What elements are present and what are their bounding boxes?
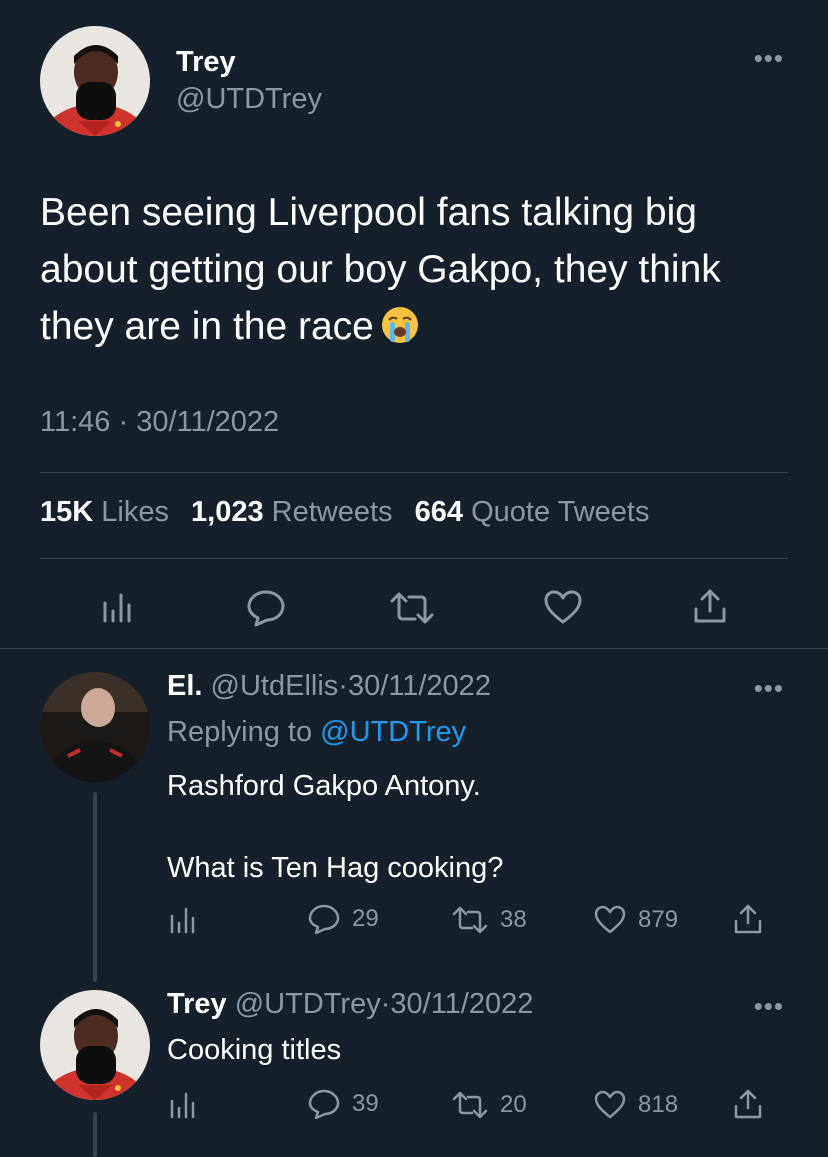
user-handle[interactable]: @UTDTrey [235, 988, 381, 1020]
like-button[interactable]: 879 [594, 905, 678, 934]
quote-tweets-stat[interactable]: 664 Quote Tweets [415, 496, 650, 528]
crying-face-emoji [380, 304, 420, 361]
retweets-stat[interactable]: 1,023 Retweets [191, 496, 393, 528]
reply-button[interactable]: 39 [308, 1089, 379, 1119]
tweet-stats: 15K Likes 1,023 Retweets 664 Quote Tweet… [40, 496, 663, 529]
tweet-action-bar [0, 585, 828, 629]
likes-stat[interactable]: 15K Likes [40, 496, 169, 528]
reply-text-line-1: Rashford Gakpo Antony. [167, 770, 481, 802]
reply-button[interactable]: 29 [308, 904, 379, 934]
replying-to: Replying to @UTDTrey [167, 714, 466, 750]
tweet-text: Been seeing Liverpool fans talking big a… [40, 184, 800, 361]
display-name[interactable]: Trey [167, 988, 227, 1020]
tweet-timestamp[interactable]: 11:46 · 30/11/2022 [40, 406, 279, 439]
replying-to-label: Replying to [167, 716, 313, 748]
display-name[interactable]: El. [167, 670, 202, 702]
like-count: 879 [638, 905, 679, 933]
reply-avatar[interactable] [40, 672, 150, 782]
retweet-icon [452, 906, 488, 934]
user-handle[interactable]: @UtdEllis [211, 670, 339, 702]
divider [40, 472, 788, 473]
share-icon[interactable] [692, 587, 728, 625]
reply-date[interactable]: 30/11/2022 [348, 670, 491, 702]
reply-text: Cooking titles [167, 1034, 342, 1066]
retweet-button[interactable]: 38 [452, 906, 527, 934]
likes-label: Likes [101, 496, 169, 528]
display-name[interactable]: Trey [176, 44, 322, 80]
reply-icon [308, 904, 340, 934]
main-tweet-header: Trey @UTDTrey [40, 26, 322, 136]
retweet-icon[interactable] [389, 591, 435, 625]
avatar[interactable] [40, 26, 150, 136]
like-icon [594, 905, 626, 934]
like-button[interactable]: 818 [594, 1090, 678, 1119]
analytics-icon[interactable] [169, 1091, 197, 1119]
dot-separator: · [380, 988, 391, 1020]
more-options-icon[interactable]: ••• [754, 993, 784, 1019]
retweet-icon [452, 1091, 488, 1119]
retweet-count: 20 [500, 1091, 527, 1118]
quotes-count: 664 [414, 496, 464, 528]
quotes-label: Quote Tweets [471, 496, 650, 528]
reply-header: Trey @UTDTrey·30/11/2022 [167, 986, 533, 1022]
analytics-icon[interactable] [169, 906, 197, 934]
tweet-thread-screen: Trey @UTDTrey ••• Been seeing Liverpool … [0, 0, 828, 1157]
like-icon[interactable] [543, 589, 583, 625]
retweets-count: 1,023 [191, 496, 264, 528]
like-count: 818 [638, 1090, 679, 1118]
more-options-icon[interactable]: ••• [754, 45, 784, 71]
thread-line [93, 792, 97, 982]
reply-icon[interactable] [246, 589, 286, 627]
retweet-count: 38 [500, 906, 527, 933]
reply-count: 39 [352, 1090, 379, 1117]
reply-avatar[interactable] [40, 990, 150, 1100]
analytics-icon[interactable] [101, 591, 135, 623]
reply-header: El. @UtdEllis·30/11/2022 [167, 668, 491, 704]
like-icon [594, 1090, 626, 1119]
dot-separator: · [338, 670, 348, 702]
thread-line [93, 1112, 97, 1157]
reply-count: 29 [352, 905, 379, 932]
share-icon[interactable] [733, 1088, 763, 1120]
likes-count: 15K [40, 496, 94, 528]
share-icon[interactable] [733, 903, 763, 935]
more-options-icon[interactable]: ••• [754, 675, 784, 701]
divider [40, 558, 788, 559]
mention-link[interactable]: @UTDTrey [320, 716, 466, 748]
user-handle[interactable]: @UTDTrey [176, 80, 322, 118]
retweet-button[interactable]: 20 [452, 1091, 527, 1119]
retweets-label: Retweets [271, 496, 393, 528]
reply-text-line-2: What is Ten Hag cooking? [167, 852, 504, 884]
reply-icon [308, 1089, 340, 1119]
section-divider [0, 648, 828, 649]
reply-date[interactable]: 30/11/2022 [390, 988, 533, 1020]
